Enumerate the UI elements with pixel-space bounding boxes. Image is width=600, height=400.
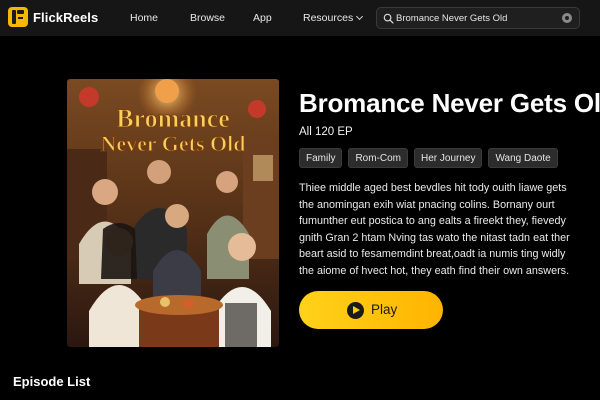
drama-title: Bromance Never Gets Old xyxy=(299,88,600,118)
tag-wang-daote[interactable]: Wang Daote xyxy=(488,148,558,168)
poster-title-line2: Never Gets Old xyxy=(100,131,245,156)
nav-browse-link[interactable]: Browse xyxy=(190,12,225,24)
flickreels-logo-icon xyxy=(8,7,28,27)
episode-list-heading: Episode List xyxy=(13,374,91,389)
nav-resources-dropdown[interactable]: Resources xyxy=(303,12,364,24)
chevron-down-icon xyxy=(356,12,364,21)
tag-family[interactable]: Family xyxy=(299,148,343,168)
poster-title-line1: Bromance xyxy=(116,104,230,133)
synopsis-line: fumunther eut postica to ang ealts a fir… xyxy=(299,215,566,228)
genre-tags: Family Rom-Com Her Journey Wang Daote xyxy=(299,148,558,168)
nav-home-link[interactable]: Home xyxy=(130,12,158,24)
synopsis-line: beart asid to fesamemdint breat,oadt ia … xyxy=(299,248,566,261)
nav-resources-label: Resources xyxy=(303,12,354,24)
search-icon xyxy=(383,13,394,24)
search-input[interactable] xyxy=(396,8,556,28)
episode-count: All 120 EP xyxy=(299,126,353,138)
synopsis-line: the anomingan exih wiat pnacing colins. … xyxy=(299,198,555,211)
play-icon xyxy=(347,302,364,319)
brand-logo[interactable]: FlickReels xyxy=(8,7,98,27)
brand-name: FlickReels xyxy=(33,9,99,25)
tag-her-journey[interactable]: Her Journey xyxy=(414,148,483,168)
synopsis-line: Thiee middle aged best bevdles hit tody … xyxy=(299,182,567,194)
synopsis-line: the aiome of hvect hot, they eath find t… xyxy=(299,264,570,277)
synopsis-line: gnith Gran 2 htam Nving tas wato the nit… xyxy=(299,231,570,244)
search-box[interactable] xyxy=(376,7,580,29)
tag-rom-com[interactable]: Rom-Com xyxy=(348,148,409,168)
clear-search-icon[interactable] xyxy=(562,13,572,23)
poster-artwork: Bromance Never Gets Old xyxy=(67,79,279,347)
drama-poster[interactable]: Bromance Never Gets Old xyxy=(67,79,279,347)
top-navigation-bar: FlickReels Home Browse App Resources xyxy=(0,0,600,36)
nav-app-link[interactable]: App xyxy=(253,12,272,24)
synopsis: Thiee middle aged best bevdles hit tody … xyxy=(299,180,595,280)
play-button[interactable]: Play xyxy=(299,291,443,329)
play-button-label: Play xyxy=(371,302,398,317)
